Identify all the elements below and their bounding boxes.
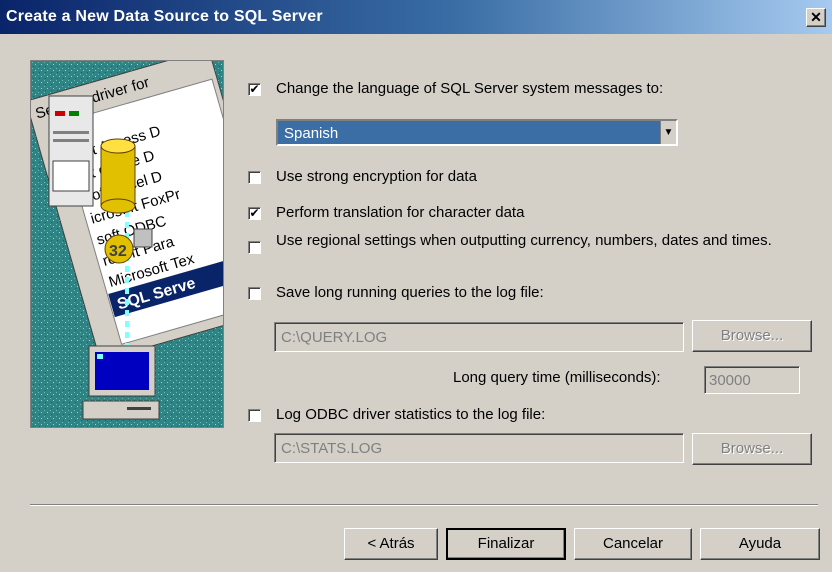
log-stats-label: Log ODBC driver statistics to the log fi… [276,406,546,423]
cancel-button[interactable]: Cancelar [574,528,692,560]
finish-button[interactable]: Finalizar [446,528,566,560]
help-button[interactable]: Ayuda [700,528,820,560]
change-language-label: Change the language of SQL Server system… [276,80,664,97]
strong-encryption-checkbox[interactable] [248,171,261,184]
translation-label: Perform translation for character data [276,204,525,221]
window-title: Create a New Data Source to SQL Server [6,8,323,25]
long-query-time-label: Long query time (milliseconds): [453,369,661,386]
title-bar: Create a New Data Source to SQL Server ✕ [0,0,832,34]
language-select[interactable]: Spanish ▼ [276,119,678,146]
long-query-time-field[interactable]: 30000 [704,366,800,394]
illustration-art: Select a driver for me soft Access D oft… [31,61,223,427]
divider [30,504,818,506]
close-icon[interactable]: ✕ [806,8,826,27]
query-log-field[interactable]: C:\QUERY.LOG [274,322,684,352]
database-icon [100,138,136,214]
server-icon [48,95,94,207]
chevron-down-icon[interactable]: ▼ [660,121,676,144]
log-stats-checkbox[interactable] [248,409,261,422]
strong-encryption-label: Use strong encryption for data [276,168,477,185]
back-button[interactable]: < Atrás [344,528,438,560]
regional-settings-checkbox[interactable] [248,241,261,254]
browse-stats-log-button[interactable]: Browse... [692,433,812,465]
translation-checkbox[interactable]: ✔ [248,207,261,220]
language-value: Spanish [284,125,339,142]
browse-query-log-button[interactable]: Browse... [692,320,812,352]
badge-text: 32 [109,243,127,260]
change-language-checkbox[interactable]: ✔ [248,83,261,96]
regional-settings-label: Use regional settings when outputting cu… [276,232,772,249]
save-long-queries-checkbox[interactable] [248,287,261,300]
driver-illustration: Select a driver for me soft Access D oft… [30,60,224,428]
save-long-queries-label: Save long running queries to the log fil… [276,284,544,301]
stats-log-field[interactable]: C:\STATS.LOG [274,433,684,463]
computer-icon [82,345,160,420]
